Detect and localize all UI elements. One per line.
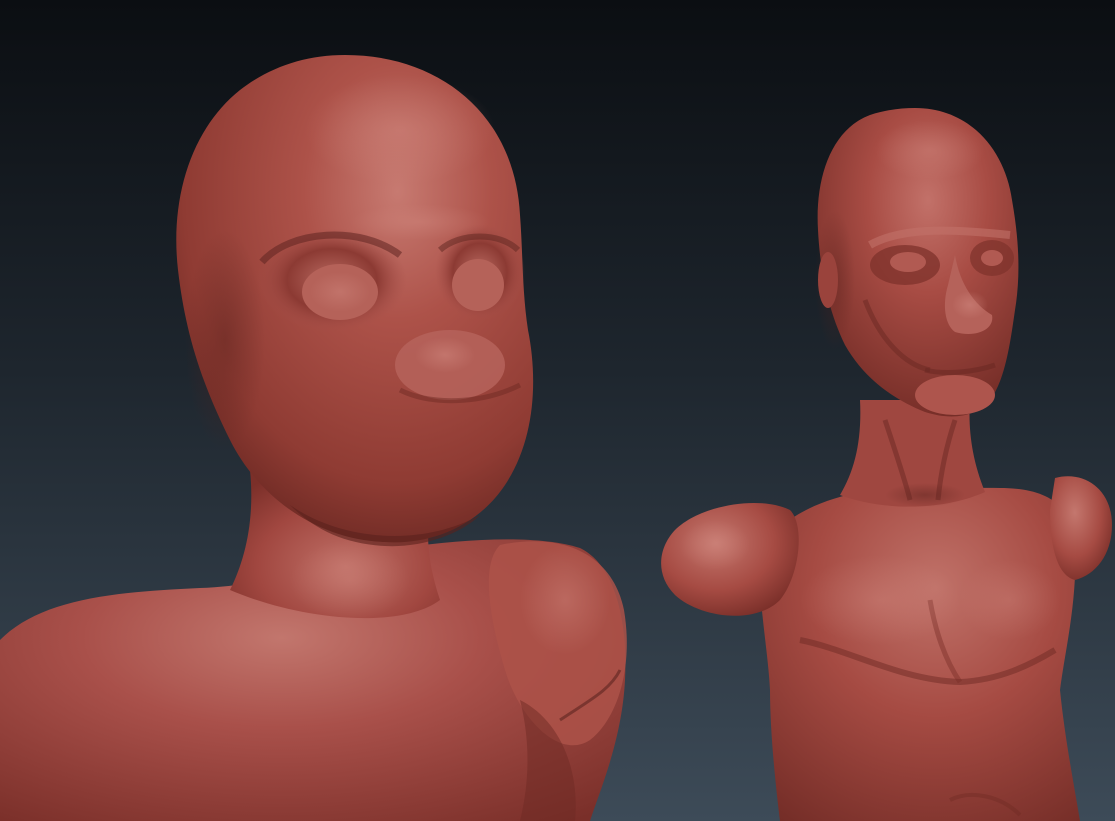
viewport-scene[interactable] [0, 0, 1115, 821]
right-figure-chin [915, 375, 995, 415]
sculpt-viewport[interactable] [0, 0, 1115, 821]
right-figure-torso [759, 487, 1080, 821]
